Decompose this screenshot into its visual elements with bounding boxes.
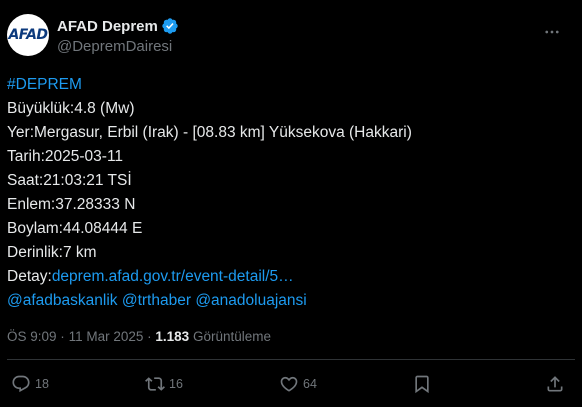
tweet-time[interactable]: ÖS 9:09 [7, 329, 57, 344]
like-count: 64 [303, 377, 317, 391]
tweet-meta: ÖS 9:09 · 11 Mar 2025 · 1.183 Görüntülem… [7, 329, 271, 344]
action-bar: 18 16 64 [7, 374, 568, 400]
depth-line: Derinlik:7 km [7, 244, 97, 261]
tweet-card: AFAD AFAD Deprem @DepremDairesi #DEPREM … [0, 0, 582, 407]
views-count: 1.183 [155, 329, 190, 344]
longitude-line: Boylam:44.08444 E [7, 220, 143, 237]
more-dots-icon[interactable] [542, 22, 562, 42]
tweet-header: AFAD AFAD Deprem @DepremDairesi [7, 14, 566, 60]
repost-button[interactable]: 16 [145, 374, 183, 394]
tweet-text: #DEPREM Büyüklük:4.8 (Mw) Yer:Mergasur, … [7, 73, 566, 313]
share-icon [547, 376, 563, 392]
reply-button[interactable]: 18 [11, 374, 49, 394]
time-line: Saat:21:03:21 TSİ [7, 172, 132, 189]
mention-anadoluajansi[interactable]: @anadoluajansi [195, 292, 306, 309]
meta-separator: · [60, 329, 65, 344]
mentions-line: @afadbaskanlik @trthaber @anadoluajansi [7, 289, 566, 313]
avatar[interactable]: AFAD [7, 14, 49, 56]
hashtag-link[interactable]: #DEPREM [7, 73, 566, 97]
views-label: Görüntüleme [192, 329, 272, 344]
author-names: AFAD Deprem @DepremDairesi [57, 16, 179, 55]
date-line: Tarih:2025-03-11 [7, 148, 124, 165]
bookmark-icon [415, 375, 429, 394]
display-name-row: AFAD Deprem [57, 16, 179, 36]
repost-count: 16 [169, 377, 183, 391]
divider [7, 359, 575, 360]
detail-line: Detay:deprem.afad.gov.tr/event-detail/5… [7, 265, 566, 289]
afad-logo: AFAD [8, 27, 48, 43]
reply-icon [12, 375, 30, 393]
mention-afadbaskanlik[interactable]: @afadbaskanlik [7, 292, 118, 309]
mention-trthaber[interactable]: @trthaber [122, 292, 191, 309]
tweet-date[interactable]: 11 Mar 2025 [69, 329, 144, 344]
location-line: Yer:Mergasur, Erbil (Irak) - [08.83 km] … [7, 124, 412, 141]
detail-link[interactable]: deprem.afad.gov.tr/event-detail/5… [52, 268, 294, 285]
repost-icon [145, 377, 165, 391]
bookmark-button[interactable] [412, 374, 432, 394]
handle[interactable]: @DepremDairesi [57, 38, 179, 55]
like-button[interactable]: 64 [279, 374, 317, 394]
latitude-line: Enlem:37.28333 N [7, 196, 136, 213]
share-button[interactable] [545, 374, 565, 394]
magnitude-line: Büyüklük:4.8 (Mw) [7, 100, 135, 117]
verified-badge-icon [162, 18, 178, 34]
display-name[interactable]: AFAD Deprem [57, 18, 158, 35]
meta-separator: · [147, 329, 152, 344]
heart-icon [280, 376, 298, 392]
detail-label: Detay: [7, 268, 52, 285]
reply-count: 18 [35, 377, 49, 391]
